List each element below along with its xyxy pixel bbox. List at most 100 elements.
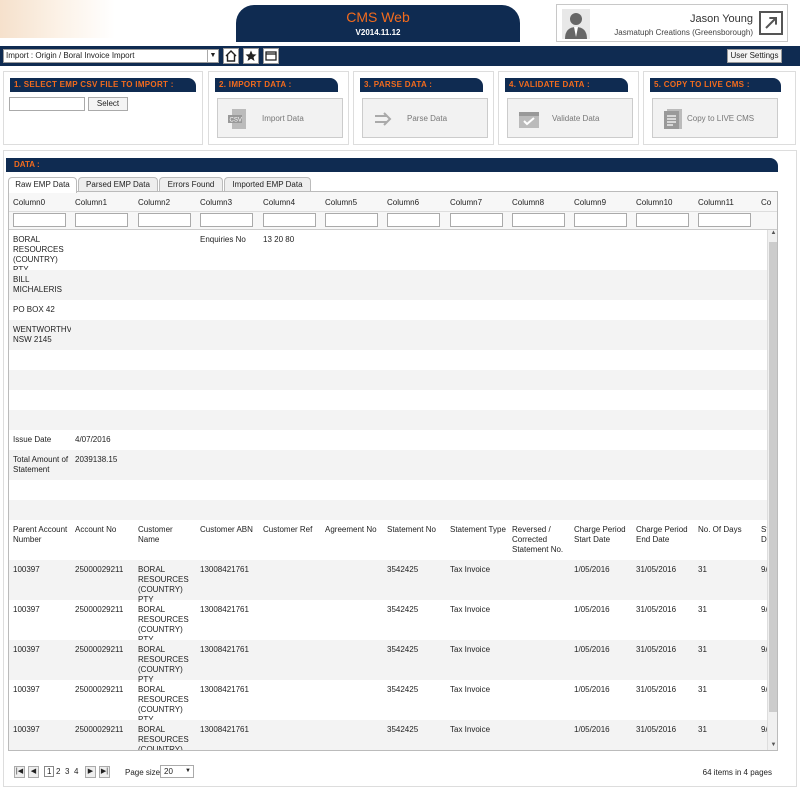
validate-data-button[interactable]: Validate Data — [507, 98, 633, 138]
table-row[interactable] — [9, 370, 767, 390]
column-filter-input[interactable] — [636, 213, 689, 227]
table-cell: 13008421761 — [200, 645, 249, 654]
table-row[interactable]: 100397 25000029211 BORAL RESOURCES (COUNTR… — [9, 640, 767, 684]
copy-live-button[interactable]: Copy to LIVE CMS — [652, 98, 778, 138]
vertical-scrollbar[interactable]: ▲ ▼ — [767, 230, 777, 750]
tab-imported-emp-data[interactable]: Imported EMP Data — [224, 177, 311, 192]
user-panel: Jason Young Jasmatuph Creations (Greensb… — [556, 4, 788, 42]
table-cell: 100397 — [13, 605, 40, 614]
table-cell: 25000029211 — [75, 725, 124, 734]
table-cell: 3542425 — [387, 645, 419, 654]
column-header[interactable]: Column4 — [263, 198, 295, 207]
tab-parsed-emp-data[interactable]: Parsed EMP Data — [78, 177, 158, 192]
column-header[interactable]: Column10 — [636, 198, 672, 207]
column-header[interactable]: Column0 — [13, 198, 45, 207]
page-size-select[interactable]: 20 ▼ — [160, 765, 194, 778]
column-header[interactable]: Column1 — [75, 198, 107, 207]
step-import-data: 2. IMPORT DATA : CSV Import Data — [208, 71, 349, 145]
column-header[interactable]: Column9 — [574, 198, 606, 207]
step-title: 1. SELECT EMP CSV FILE TO IMPORT : — [10, 78, 196, 92]
table-cell: Account No — [75, 525, 117, 534]
document-copy-icon — [664, 109, 682, 129]
table-row[interactable]: WENTWORTHVILI NSW 2145 — [9, 320, 767, 350]
home-icon — [225, 50, 237, 62]
column-filter-input[interactable] — [450, 213, 503, 227]
page-number-current[interactable]: 1 — [44, 766, 55, 777]
column-header[interactable]: Column11 — [698, 198, 734, 207]
table-cell: Total Amount of Statement — [13, 455, 69, 474]
table-cell: 31 — [698, 725, 707, 734]
column-filter-input[interactable] — [325, 213, 378, 227]
column-filter-input[interactable] — [512, 213, 565, 227]
column-header[interactable]: Column6 — [387, 198, 419, 207]
table-row[interactable]: 100397 25000029211 BORAL RESOURCES (COUNTR… — [9, 720, 767, 750]
import-data-button[interactable]: CSV Import Data — [217, 98, 343, 138]
chevron-down-icon[interactable]: ▼ — [185, 766, 191, 777]
tab-errors-found[interactable]: Errors Found — [159, 177, 223, 192]
scroll-down-icon[interactable]: ▼ — [768, 742, 777, 750]
column-filter-input[interactable] — [387, 213, 440, 227]
table-row[interactable] — [9, 410, 767, 430]
column-header[interactable]: Column7 — [450, 198, 482, 207]
table-cell: 100397 — [13, 645, 40, 654]
user-name: Jason Young — [689, 13, 753, 25]
parse-data-button[interactable]: Parse Data — [362, 98, 488, 138]
column-header[interactable]: Co — [761, 198, 771, 207]
next-page-icon[interactable]: ▶ — [85, 766, 96, 778]
table-cell: 13008421761 — [200, 725, 249, 734]
column-header[interactable]: Column5 — [325, 198, 357, 207]
table-row[interactable] — [9, 390, 767, 410]
table-cell: 3542425 — [387, 685, 419, 694]
user-settings-button[interactable]: User Settings — [727, 49, 782, 63]
table-cell: 100397 — [13, 725, 40, 734]
column-header[interactable]: Column3 — [200, 198, 232, 207]
table-row[interactable]: Total Amount of Statement 2039138.15 — [9, 450, 767, 480]
page-number[interactable]: 3 — [65, 767, 69, 776]
prev-page-icon[interactable]: ◀ — [28, 766, 39, 778]
column-filter-input[interactable] — [75, 213, 128, 227]
table-cell: 1/05/2016 — [574, 605, 610, 614]
table-row[interactable] — [9, 350, 767, 370]
select-file-button[interactable]: Select — [88, 97, 128, 111]
table-row[interactable]: BILL MICHALERIS — [9, 270, 767, 300]
table-cell: 13 20 80 — [263, 235, 295, 244]
page-number[interactable]: 4 — [74, 767, 78, 776]
step-title: 4. VALIDATE DATA : — [505, 78, 628, 92]
button-label: Validate Data — [552, 114, 600, 123]
table-row[interactable]: Issue Date 4/07/2016 — [9, 430, 767, 450]
table-cell: 31 — [698, 605, 707, 614]
table-row[interactable]: BORAL RESOURCES (COUNTRY) PTY Enquiries N… — [9, 230, 767, 274]
table-row[interactable]: 100397 25000029211 BORAL RESOURCES (COUNTR… — [9, 560, 767, 604]
column-filter-input[interactable] — [574, 213, 627, 227]
page-number[interactable]: 2 — [56, 767, 60, 776]
table-row[interactable] — [9, 480, 767, 500]
column-filter-input[interactable] — [13, 213, 66, 227]
breadcrumb-select[interactable]: Import : Origin / Boral Invoice Import ▼ — [3, 49, 219, 63]
table-cell: 25000029211 — [75, 565, 124, 574]
table-row[interactable]: 100397 25000029211 BORAL RESOURCES (COUNTR… — [9, 680, 767, 724]
file-path-input[interactable] — [9, 97, 85, 111]
scroll-up-icon[interactable]: ▲ — [768, 230, 777, 240]
home-button[interactable] — [223, 48, 239, 64]
table-cell: Statement Type — [450, 525, 506, 534]
column-header[interactable]: Column2 — [138, 198, 170, 207]
column-filter-input[interactable] — [138, 213, 191, 227]
column-filter-input[interactable] — [200, 213, 253, 227]
chevron-down-icon[interactable]: ▼ — [207, 50, 218, 62]
table-cell: 31/05/2016 — [636, 725, 677, 734]
scroll-thumb[interactable] — [769, 242, 777, 712]
table-row[interactable]: 100397 25000029211 BORAL RESOURCES (COUNTR… — [9, 600, 767, 644]
column-header[interactable]: Column8 — [512, 198, 544, 207]
tab-raw-emp-data[interactable]: Raw EMP Data — [8, 177, 77, 193]
table-row[interactable] — [9, 500, 767, 520]
step-title: 5. COPY TO LIVE CMS : — [650, 78, 781, 92]
first-page-icon[interactable]: |◀ — [14, 766, 25, 778]
table-row[interactable]: Parent Account Number Account No Customer … — [9, 520, 767, 560]
window-button[interactable] — [263, 48, 279, 64]
column-filter-input[interactable] — [263, 213, 316, 227]
favorite-button[interactable] — [243, 48, 259, 64]
logout-icon[interactable] — [759, 11, 783, 35]
column-filter-input[interactable] — [698, 213, 751, 227]
table-row[interactable]: PO BOX 42 — [9, 300, 767, 320]
last-page-icon[interactable]: ▶| — [99, 766, 110, 778]
